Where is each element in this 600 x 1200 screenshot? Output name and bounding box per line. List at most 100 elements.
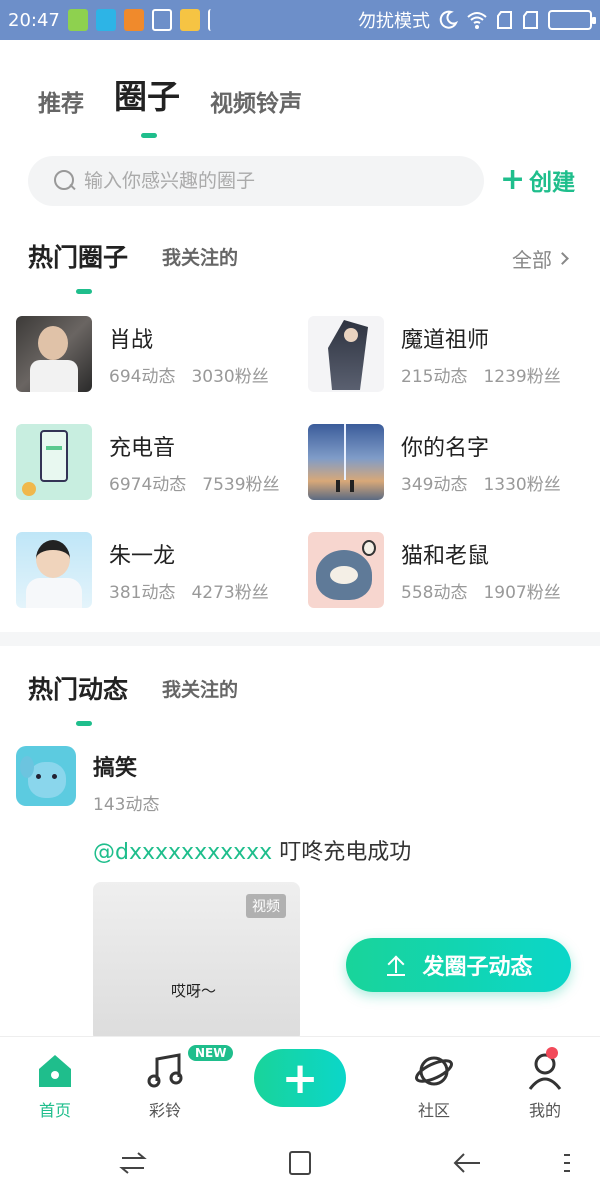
search-icon — [54, 170, 76, 192]
post-circle-avatar[interactable] — [16, 746, 76, 806]
post-body: 叮咚充电成功 — [279, 840, 412, 865]
circle-thumbnail — [16, 424, 92, 500]
brush-icon — [151, 9, 172, 31]
section-divider — [0, 632, 600, 646]
circle-fan-count: 3030粉丝 — [191, 367, 269, 387]
system-nav-bar — [0, 1124, 600, 1200]
circle-fan-count: 4273粉丝 — [191, 583, 269, 603]
nav-profile-label: 我的 — [528, 1101, 561, 1120]
post-text: @dxxxxxxxxxxx 叮咚充电成功 — [93, 834, 411, 866]
nav-community[interactable]: 社区 — [394, 1051, 474, 1121]
back-arrow-icon[interactable] — [450, 1146, 484, 1180]
plus-icon: + — [281, 1052, 319, 1104]
post-circle-name[interactable]: 搞笑 — [93, 750, 137, 782]
circle-post-count: 349动态 — [401, 475, 468, 495]
home-square-icon[interactable] — [283, 1146, 317, 1180]
video-tag: 视频 — [246, 894, 286, 918]
circle-post-count: 558动态 — [401, 583, 468, 603]
circle-post-count: 694动态 — [109, 367, 176, 387]
center-create-button[interactable]: + — [254, 1049, 346, 1107]
nav-home-label: 首页 — [38, 1101, 71, 1120]
planet-icon — [415, 1056, 453, 1086]
plus-icon: + — [500, 162, 526, 197]
switch-apps-icon[interactable] — [116, 1146, 150, 1180]
circle-thumbnail — [308, 424, 384, 500]
circle-thumbnail — [308, 532, 384, 608]
circle-stats: 215动态 1239粉丝 — [401, 362, 561, 387]
circle-thumbnail — [16, 532, 92, 608]
circle-thumbnail — [16, 316, 92, 392]
hot-circles-title[interactable]: 热门圈子 — [28, 238, 128, 294]
notification-app-icon — [95, 9, 116, 31]
notification-app-icon — [67, 9, 88, 31]
circle-item[interactable]: 朱一龙 381动态 4273粉丝 — [16, 532, 306, 612]
circle-name: 朱一龙 — [109, 544, 176, 569]
circle-fan-count: 1239粉丝 — [483, 367, 561, 387]
tab-recommend[interactable]: 推荐 — [38, 84, 84, 118]
circle-fan-count: 1330粉丝 — [483, 475, 561, 495]
circle-stats: 381动态 4273粉丝 — [109, 578, 269, 603]
circle-name: 充电音 — [109, 436, 176, 461]
signal-icon — [523, 11, 538, 29]
circle-item[interactable]: 猫和老鼠 558动态 1907粉丝 — [308, 532, 598, 612]
notification-dot — [546, 1047, 558, 1059]
profile-icon — [528, 1053, 562, 1090]
post-circle-post-count: 143动态 — [93, 795, 160, 815]
warning-icon — [123, 9, 144, 31]
circle-stats: 558动态 1907粉丝 — [401, 578, 561, 603]
chevron-right-icon — [556, 252, 569, 265]
nav-home[interactable]: 首页 — [15, 1051, 95, 1121]
music-note-icon — [147, 1053, 183, 1088]
view-all-link[interactable]: 全部 — [512, 244, 569, 273]
create-label: 创建 — [529, 170, 576, 196]
circle-stats: 6974动态 7539粉丝 — [109, 470, 280, 495]
circle-item[interactable]: 魔道祖师 215动态 1239粉丝 — [308, 316, 598, 396]
circle-fan-count: 7539粉丝 — [202, 475, 280, 495]
circle-stats: 694动态 3030粉丝 — [109, 362, 269, 387]
circle-thumbnail — [308, 316, 384, 392]
post-mention-link[interactable]: @dxxxxxxxxxxx — [93, 840, 272, 865]
menu-dots-icon[interactable] — [552, 1146, 586, 1180]
hot-posts-title[interactable]: 热门动态 — [28, 670, 128, 726]
nav-profile[interactable]: 我的 — [505, 1051, 585, 1121]
circle-item[interactable]: 你的名字 349动态 1330粉丝 — [308, 424, 598, 504]
usb-icon — [207, 9, 222, 31]
nav-ringtone[interactable]: 彩铃 — [125, 1051, 205, 1121]
signal-icon — [497, 11, 512, 29]
circle-name: 肖战 — [109, 328, 154, 353]
search-input[interactable] — [84, 170, 444, 192]
circle-post-count: 6974动态 — [109, 475, 187, 495]
video-caption: 哎呀～ — [171, 982, 217, 1000]
post-video-thumbnail[interactable]: 视频 哎呀～ — [93, 882, 300, 1042]
circle-name: 你的名字 — [401, 436, 490, 461]
home-icon — [39, 1055, 71, 1087]
hot-circles-header: 热门圈子 我关注的 — [28, 238, 238, 294]
circle-name: 魔道祖师 — [401, 328, 490, 353]
circle-post-count: 215动态 — [401, 367, 468, 387]
view-all-label: 全部 — [512, 248, 552, 272]
top-tabs: 推荐 圈子 视频铃声 — [38, 70, 302, 138]
hot-circles-following-tab[interactable]: 我关注的 — [162, 243, 238, 270]
post-to-circle-label: 发圈子动态 — [422, 955, 533, 980]
nav-ringtone-label: 彩铃 — [148, 1101, 181, 1120]
moon-icon — [439, 10, 458, 29]
status-time: 20:47 — [8, 9, 60, 31]
tab-video-ringtones[interactable]: 视频铃声 — [210, 84, 302, 118]
circle-stats: 349动态 1330粉丝 — [401, 470, 561, 495]
create-circle-button[interactable]: + 创建 — [500, 163, 575, 197]
new-badge: NEW — [188, 1045, 234, 1061]
search-bar[interactable] — [28, 156, 484, 206]
wifi-icon — [467, 12, 487, 29]
tab-circles[interactable]: 圈子 — [114, 70, 180, 138]
status-bar: 20:47 勿扰模式 — [0, 0, 600, 40]
nav-community-label: 社区 — [417, 1101, 450, 1120]
circle-fan-count: 1907粉丝 — [483, 583, 561, 603]
hot-posts-following-tab[interactable]: 我关注的 — [162, 675, 238, 702]
circle-post-count: 381动态 — [109, 583, 176, 603]
upload-icon — [384, 953, 408, 977]
circle-name: 猫和老鼠 — [401, 544, 490, 569]
circle-item[interactable]: 充电音 6974动态 7539粉丝 — [16, 424, 306, 504]
circle-item[interactable]: 肖战 694动态 3030粉丝 — [16, 316, 306, 396]
hot-posts-header: 热门动态 我关注的 — [28, 670, 238, 726]
post-to-circle-button[interactable]: 发圈子动态 — [346, 938, 571, 992]
